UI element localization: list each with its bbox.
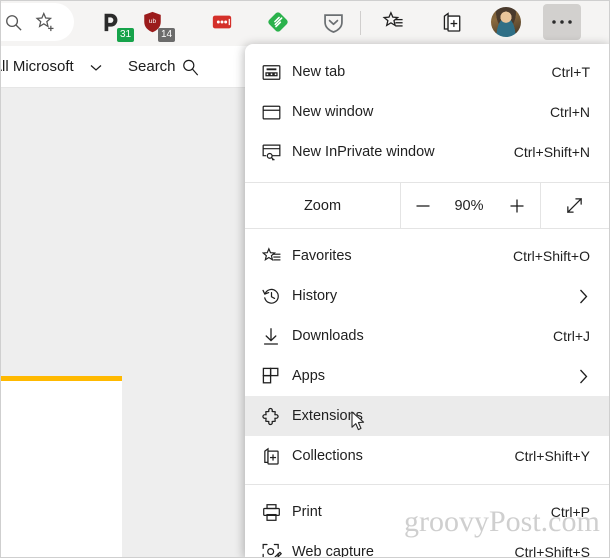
extensions-puzzle-icon xyxy=(262,406,292,426)
menu-item-shortcut: Ctrl+Shift+N xyxy=(513,144,590,160)
avatar xyxy=(491,7,521,37)
inprivate-window-icon xyxy=(262,142,292,162)
menu-item-new-inprivate-window[interactable]: New InPrivate window Ctrl+Shift+N xyxy=(245,132,610,172)
menu-item-label: New tab xyxy=(292,64,346,80)
menu-item-label: Downloads xyxy=(292,328,364,344)
extension-docusign-icon[interactable]: 31 xyxy=(94,5,134,42)
collections-icon[interactable] xyxy=(434,5,468,39)
chevron-right-icon xyxy=(579,289,588,304)
menu-item-apps[interactable]: Apps xyxy=(245,356,610,396)
web-capture-icon xyxy=(262,542,292,558)
screenshot-root: 31 ub 14 All Microsoft Search New tab Ct… xyxy=(0,0,610,558)
menu-item-new-tab[interactable]: New tab Ctrl+T xyxy=(245,52,610,92)
full-screen-button[interactable] xyxy=(540,183,608,228)
menu-item-label: Web capture xyxy=(292,544,374,558)
menu-item-shortcut: Ctrl+Shift+S xyxy=(514,544,590,558)
zoom-row: Zoom 90% xyxy=(245,182,610,229)
collections-icon xyxy=(262,446,292,466)
menu-item-label: History xyxy=(292,288,338,304)
chevron-down-icon[interactable] xyxy=(90,64,102,72)
favorites-icon[interactable] xyxy=(376,5,410,39)
extension-badge: 31 xyxy=(117,28,134,42)
menu-item-extensions[interactable]: Extensions xyxy=(245,396,610,436)
zoom-percent: 90% xyxy=(454,197,484,214)
browser-toolbar: 31 ub 14 xyxy=(0,0,610,46)
extension-red-dots-icon[interactable] xyxy=(205,5,239,39)
menu-item-shortcut: Ctrl+Shift+Y xyxy=(514,448,590,464)
menu-spacer xyxy=(245,229,610,236)
menu-item-label: New InPrivate window xyxy=(292,144,435,160)
search-icon[interactable] xyxy=(181,58,200,77)
search-label[interactable]: Search xyxy=(128,58,176,75)
menu-item-label: Apps xyxy=(292,368,326,384)
menu-top-gap xyxy=(245,44,610,52)
menu-item-shortcut: Ctrl+J xyxy=(553,328,590,344)
menu-item-collections[interactable]: Collections Ctrl+Shift+Y xyxy=(245,436,610,476)
zoom-in-button[interactable] xyxy=(494,183,540,228)
all-microsoft-label[interactable]: All Microsoft xyxy=(0,58,74,75)
menu-item-downloads[interactable]: Downloads Ctrl+J xyxy=(245,316,610,356)
menu-item-history[interactable]: History xyxy=(245,276,610,316)
new-tab-icon xyxy=(262,62,292,82)
new-window-icon xyxy=(262,102,292,122)
extension-badge: 14 xyxy=(158,28,175,42)
menu-divider xyxy=(245,484,610,485)
menu-item-label: Collections xyxy=(292,448,363,464)
settings-and-more-button[interactable] xyxy=(543,4,581,40)
menu-item-shortcut: Ctrl+N xyxy=(549,104,590,120)
menu-item-label: Print xyxy=(292,504,322,520)
extension-pocket-icon[interactable] xyxy=(316,5,350,39)
zoom-out-button[interactable] xyxy=(400,183,444,228)
menu-spacer xyxy=(245,172,610,182)
add-to-favorites-star-icon[interactable] xyxy=(28,5,62,39)
menu-item-label: Favorites xyxy=(292,248,352,264)
watermark: groovyPost.com xyxy=(404,505,600,538)
apps-grid-icon xyxy=(262,366,292,386)
printer-icon xyxy=(262,502,292,522)
menu-item-favorites[interactable]: Favorites Ctrl+Shift+O xyxy=(245,236,610,276)
favorites-star-icon xyxy=(262,246,292,266)
menu-item-shortcut: Ctrl+Shift+O xyxy=(512,248,590,264)
extension-feedly-icon[interactable] xyxy=(261,5,295,39)
menu-item-new-window[interactable]: New window Ctrl+N xyxy=(245,92,610,132)
search-icon[interactable] xyxy=(0,5,30,39)
profile-avatar[interactable] xyxy=(489,5,523,39)
svg-text:ub: ub xyxy=(148,18,156,25)
menu-item-shortcut: Ctrl+T xyxy=(551,64,591,80)
chevron-right-icon xyxy=(579,369,588,384)
menu-item-label: New window xyxy=(292,104,374,120)
menu-item-label: Extensions xyxy=(292,408,363,424)
content-card[interactable] xyxy=(0,376,122,558)
zoom-label: Zoom xyxy=(303,197,342,214)
edge-settings-menu: New tab Ctrl+T New window Ctrl+N New InP… xyxy=(245,44,610,558)
downloads-arrow-icon xyxy=(262,326,292,346)
toolbar-divider xyxy=(360,11,361,35)
history-clock-icon xyxy=(262,286,292,306)
extension-ublock-icon[interactable]: ub 14 xyxy=(135,5,175,42)
